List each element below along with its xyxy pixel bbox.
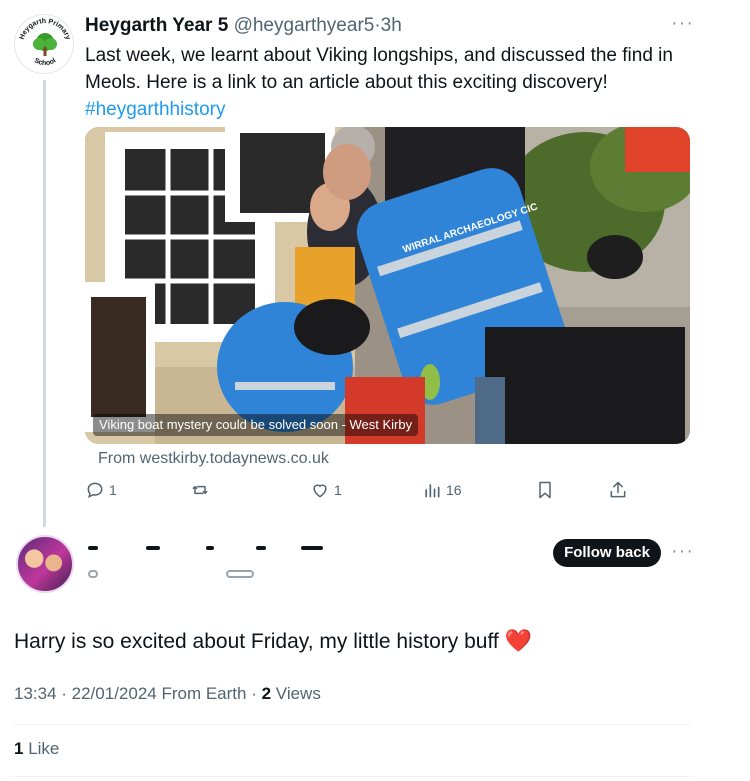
reply-count: 1 xyxy=(109,482,117,498)
retweet-icon xyxy=(192,485,208,495)
views-label: Views xyxy=(271,684,321,703)
tweet-age[interactable]: 3h xyxy=(381,15,402,36)
views-count: 2 xyxy=(261,684,272,703)
bookmark-icon xyxy=(539,481,551,499)
share-icon xyxy=(610,481,626,498)
reply-button[interactable]: 1 xyxy=(85,480,117,500)
reply-body: Harry is so excited about Friday, my lit… xyxy=(14,627,532,656)
tweet-text: Last week, we learnt about Viking longsh… xyxy=(85,45,673,93)
tweet-meta: 13:34 · 22/01/2024 From Earth · 2 Views xyxy=(14,684,321,704)
tweet-header: Heygarth Year 5 @heygarthyear5·3h xyxy=(85,14,402,38)
svg-text:School: School xyxy=(33,57,57,67)
retweet-button[interactable] xyxy=(190,480,214,500)
school-logo-icon: Heygarth Primary School xyxy=(19,18,72,67)
more-dots-icon[interactable]: ··· xyxy=(671,12,694,35)
school-avatar[interactable]: Heygarth Primary School xyxy=(14,14,74,74)
bookmark-button[interactable] xyxy=(535,480,555,500)
more-dots-icon[interactable]: ··· xyxy=(671,540,694,563)
divider xyxy=(14,724,690,725)
media-photo: WIRRAL ARCHAEOLOGY CIC xyxy=(85,127,690,444)
analytics-icon xyxy=(425,484,440,498)
tweet-body: Last week, we learnt about Viking longsh… xyxy=(85,42,705,123)
link-card-image[interactable]: WIRRAL ARCHAEOLOGY CIC Viking boat myste… xyxy=(85,127,690,444)
like-button[interactable]: 1 xyxy=(310,480,342,500)
divider xyxy=(14,776,690,777)
red-heart-emoji: ❤️ xyxy=(504,628,532,653)
like-count: 1 xyxy=(334,482,342,498)
tweet-action-bar: 1 1 16 xyxy=(85,480,645,504)
reply-icon xyxy=(87,482,103,499)
redacted-handle xyxy=(86,566,286,582)
hashtag-link[interactable]: #heygarthhistory xyxy=(85,96,705,123)
timestamp[interactable]: 13:34 · 22/01/2024 From Earth · xyxy=(14,684,262,703)
reply-text: Harry is so excited about Friday, my lit… xyxy=(14,630,499,653)
heart-outline-icon xyxy=(313,484,327,498)
follow-back-button[interactable]: Follow back xyxy=(553,539,661,567)
share-button[interactable] xyxy=(608,480,628,500)
display-name[interactable]: Heygarth Year 5 xyxy=(85,15,228,36)
likes-summary[interactable]: 1 Like xyxy=(14,739,59,759)
redacted-display-name xyxy=(86,540,336,558)
media-caption: Viking boat mystery could be solved soon… xyxy=(93,414,419,436)
view-count: 16 xyxy=(446,482,462,498)
reply-author-avatar[interactable] xyxy=(16,535,74,593)
thread-connector-line xyxy=(43,80,46,527)
user-handle[interactable]: @heygarthyear5 xyxy=(234,15,375,36)
link-source[interactable]: From westkirby.todaynews.co.uk xyxy=(98,450,329,468)
views-button[interactable]: 16 xyxy=(422,480,462,500)
likes-label: Like xyxy=(23,739,60,758)
